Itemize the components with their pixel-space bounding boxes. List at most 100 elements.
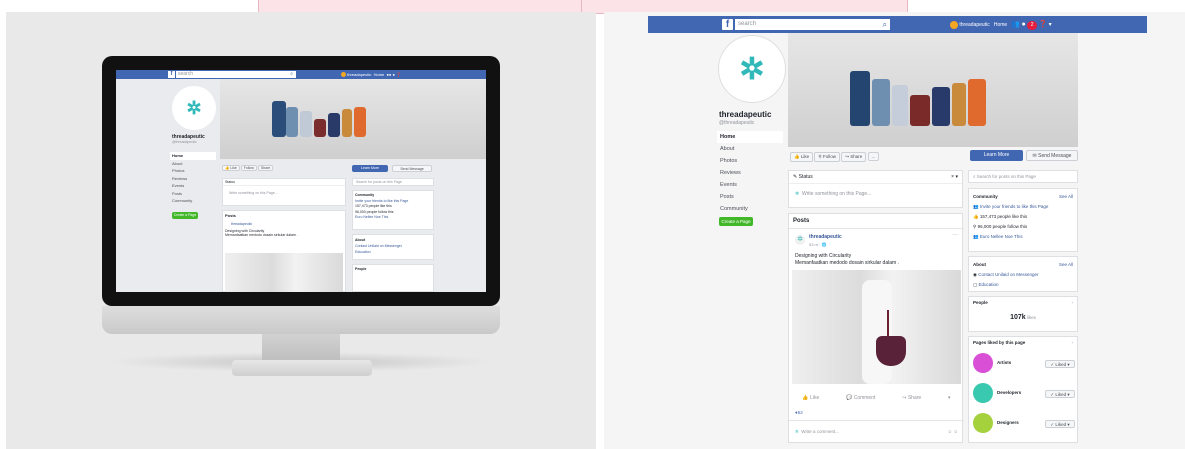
nav-item-about[interactable]: About	[717, 143, 783, 155]
share-button-mini[interactable]: Share	[257, 165, 274, 171]
community-visits-row[interactable]: 👥 Euro Nellee Noe This	[973, 232, 1073, 242]
nav-item-reviews[interactable]: Reviews	[717, 167, 783, 179]
pages-liked-card: Pages liked by this page › Artists ✓ Like…	[968, 336, 1078, 443]
post-line2-mini: Memanfaatkan medodo dosain sirkular dala…	[225, 233, 298, 237]
send-message-button-mini[interactable]: Send Message	[392, 165, 432, 172]
page-avatar-logo-icon[interactable]: ✲	[719, 36, 785, 102]
like-button-mini[interactable]: 👍 Like	[222, 165, 240, 171]
share-page-button[interactable]: ↪ Share	[841, 152, 867, 162]
nav-item-photos-mini[interactable]: Photos	[170, 167, 216, 175]
monitor-screen: f search ⌕ threadapeutic Home ●● ● ❓ ✲ th…	[116, 70, 486, 292]
cover-photo-mini[interactable]	[220, 79, 486, 159]
about-card: About See All ◉ Contact Unilaid on Messen…	[968, 256, 1078, 292]
people-count: 107k	[1010, 314, 1026, 321]
send-message-button[interactable]: ✉ Send Message	[1026, 150, 1078, 161]
monitor-stand-foot	[232, 360, 372, 376]
post-author-link[interactable]: threadapeutic	[809, 234, 842, 240]
create-page-button[interactable]: Create a Page	[719, 217, 753, 226]
nav-item-posts-mini[interactable]: Posts	[170, 190, 216, 198]
nav-item-posts[interactable]: Posts	[717, 191, 783, 203]
community-likes-row: 👍 157,473 people like this	[973, 214, 1028, 219]
post-timestamp[interactable]: 53 m · 🌐	[809, 242, 826, 247]
learn-more-button[interactable]: Learn More	[970, 150, 1023, 161]
post-options-icon[interactable]: ···	[952, 232, 958, 238]
pages-liked-title: Pages liked by this page	[973, 340, 1026, 345]
posts-card: Posts ✲ threadapeutic 53 m · 🌐 ··· Desig…	[788, 213, 964, 443]
composer-close-icon[interactable]: × ▾	[951, 174, 958, 180]
page-avatar-mini[interactable]: ✲	[172, 86, 216, 130]
menu-chevron-icon[interactable]: ▾	[1049, 22, 1052, 28]
about-category-row[interactable]: ▢ Education	[973, 280, 1073, 290]
community-invite-row[interactable]: 👥 Invite your friends to like this Page	[973, 202, 1073, 212]
liked-page-artists-avatar[interactable]	[973, 353, 993, 373]
page-search-mini[interactable]: Search for posts on this Page	[352, 178, 434, 186]
create-page-button-mini[interactable]: Create a Page	[172, 212, 198, 219]
page-handle: @threadapeutic	[719, 120, 755, 126]
nav-item-photos[interactable]: Photos	[717, 155, 783, 167]
nav-item-community-mini[interactable]: Community	[170, 197, 216, 205]
search-input[interactable]: search ⌕	[735, 19, 890, 30]
posts-heading: Posts	[793, 218, 810, 224]
nav-item-community[interactable]: Community	[717, 203, 783, 215]
cover-bag-icon	[968, 79, 986, 126]
follow-button-mini[interactable]: Follow	[240, 165, 257, 171]
messenger-icon[interactable]: ●	[1022, 21, 1026, 28]
nav-item-events[interactable]: Events	[717, 179, 783, 191]
liked-page-developers-name[interactable]: Developers	[997, 390, 1021, 395]
comment-input[interactable]: ✲ Write a comment... ☺ ☺	[795, 427, 960, 437]
about-contact-row[interactable]: ◉ Contact Unilaid on Messenger	[973, 270, 1073, 280]
profile-name-link[interactable]: threadapeutic	[959, 22, 989, 28]
monitor-stand-neck	[262, 334, 340, 362]
cover-bag-icon	[850, 71, 870, 126]
community-see-all-link[interactable]: See All	[1059, 192, 1073, 202]
follow-button[interactable]: ⚲ Follow	[814, 152, 840, 162]
like-page-button[interactable]: 👍 Like	[790, 152, 814, 162]
facebook-logo-icon[interactable]: f	[722, 19, 733, 30]
community-follows-row: ⚲ 96,000 people follow this	[973, 224, 1028, 229]
nav-item-home[interactable]: Home	[717, 131, 783, 143]
liked-page-developers-avatar[interactable]	[973, 383, 993, 403]
status-composer-mini[interactable]: Status Write something on this Page...	[222, 178, 346, 206]
post-photo-mini[interactable]	[225, 253, 343, 292]
help-icon[interactable]: ❓	[1039, 21, 1048, 28]
status-tab[interactable]: ✎ Status × ▾	[789, 171, 962, 184]
learn-more-button-mini[interactable]: Learn More	[352, 165, 388, 172]
nav-item-home-mini[interactable]: Home	[170, 152, 216, 160]
profile-avatar-icon[interactable]	[950, 20, 958, 29]
liked-page-designers-name[interactable]: Designers	[997, 420, 1019, 425]
page-post-search[interactable]: ⌕ Search for posts on this Page	[968, 170, 1078, 183]
status-label-mini: Status	[223, 179, 345, 186]
search-input-mini[interactable]: search ⌕	[176, 71, 296, 78]
post-text-line1: Designing with Circularity	[795, 253, 852, 259]
pages-liked-chevron-icon[interactable]: ›	[1072, 340, 1074, 345]
post-audience-chevron-icon[interactable]: ▾	[948, 395, 951, 401]
post-reaction-count[interactable]: ●52	[795, 410, 803, 415]
nav-item-events-mini[interactable]: Events	[170, 182, 216, 190]
cover-photo[interactable]	[788, 33, 1078, 147]
about-see-all-link[interactable]: See All	[1059, 260, 1073, 270]
liked-page-artists-name[interactable]: Artists	[997, 360, 1011, 365]
facebook-logo-icon[interactable]: f	[168, 71, 175, 78]
friends-icon[interactable]: 👥	[1011, 21, 1020, 28]
post-author-avatar-icon[interactable]: ✲	[795, 235, 805, 245]
liked-page-developers-button[interactable]: ✓ Liked ▾	[1045, 390, 1075, 398]
nav-item-about-mini[interactable]: About	[170, 160, 216, 168]
post-photo[interactable]	[792, 270, 961, 384]
nav-item-reviews-mini[interactable]: Reviews	[170, 175, 216, 183]
liked-page-artists-button[interactable]: ✓ Liked ▾	[1045, 360, 1075, 368]
people-chevron-icon[interactable]: ›	[1072, 300, 1074, 305]
notifications-icon[interactable]: 2	[1027, 21, 1038, 30]
liked-page-designers-avatar[interactable]	[973, 413, 993, 433]
post-like-button[interactable]: 👍 Like	[802, 395, 819, 401]
liked-page-designers-button[interactable]: ✓ Liked ▾	[1045, 420, 1075, 428]
cover-bag-icon	[872, 79, 890, 126]
status-input[interactable]: ✲ Write something on this Page...	[789, 184, 962, 204]
post-comment-button[interactable]: 💬 Comment	[846, 395, 875, 401]
home-link[interactable]: Home	[994, 22, 1007, 28]
emoji-icon[interactable]: ☺ ☺	[948, 427, 958, 437]
page-action-bar: 👍 Like ⚲ Follow ↪ Share ...	[790, 152, 880, 162]
status-composer[interactable]: ✎ Status × ▾ ✲ Write something on this Pa…	[788, 170, 963, 208]
more-button[interactable]: ...	[867, 152, 880, 161]
post-share-button[interactable]: ↪ Share	[902, 395, 921, 401]
status-placeholder-mini: Write something on this Page...	[229, 191, 278, 195]
